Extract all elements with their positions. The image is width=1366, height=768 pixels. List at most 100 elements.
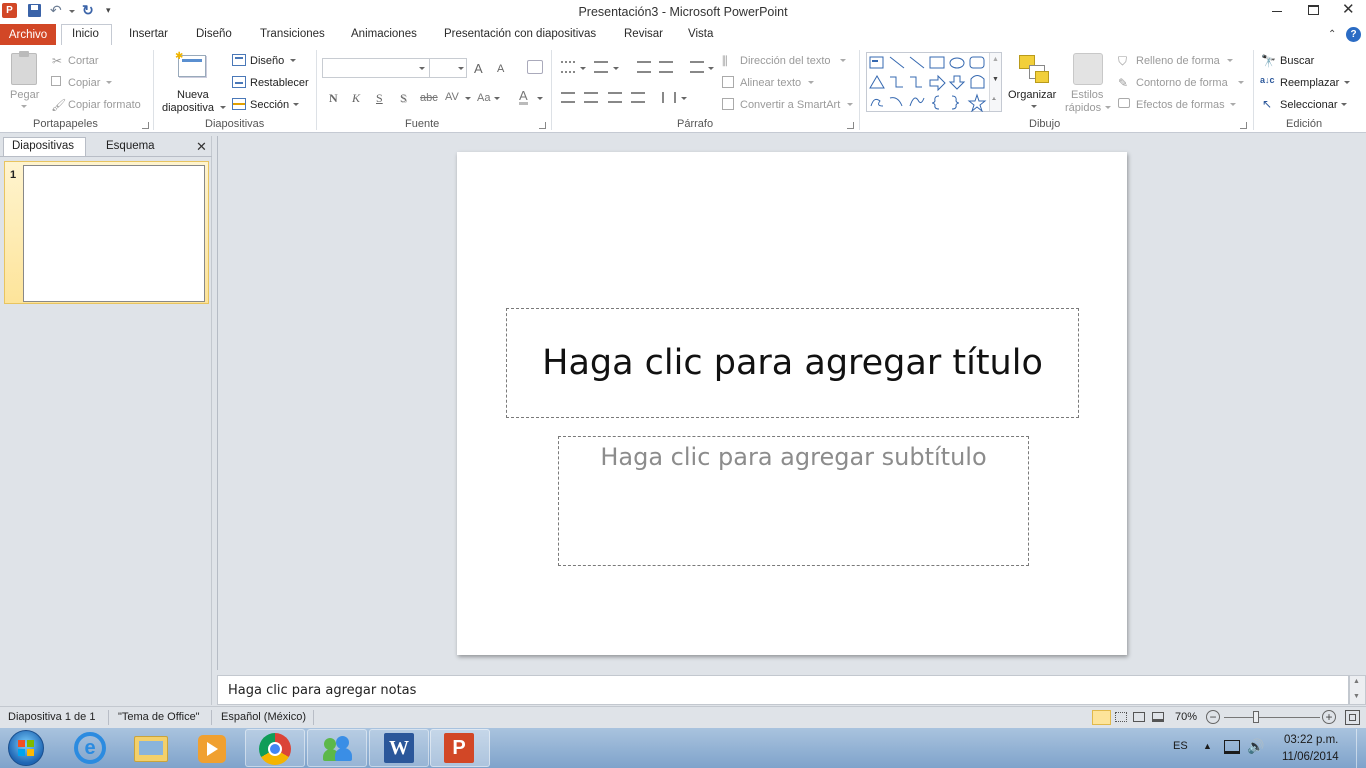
increase-indent-icon[interactable]	[659, 61, 673, 73]
title-placeholder[interactable]: Haga clic para agregar título	[506, 308, 1079, 418]
taskbar-time[interactable]: 03:22 p.m.	[1284, 734, 1338, 746]
tab-archivo[interactable]: Archivo	[0, 24, 56, 46]
line-spacing-icon[interactable]	[690, 61, 704, 73]
arrange-dropdown-icon[interactable]	[1031, 105, 1037, 108]
text-direction-dropdown-icon[interactable]	[840, 59, 846, 62]
format-painter-button[interactable]: Copiar formato	[68, 99, 141, 111]
shape-outline-dropdown-icon[interactable]	[1238, 81, 1244, 84]
start-orb-icon[interactable]	[8, 730, 44, 766]
select-dropdown-icon[interactable]	[1341, 103, 1347, 106]
change-case-dropdown-icon[interactable]	[494, 97, 500, 100]
font-color-dropdown-icon[interactable]	[537, 97, 543, 100]
shape-fill-button[interactable]: Relleno de forma	[1136, 55, 1220, 67]
grow-font-button[interactable]: A	[474, 61, 483, 76]
gallery-up-icon[interactable]: ▲	[992, 56, 999, 63]
reading-view-icon[interactable]	[1133, 712, 1145, 722]
close-panel-icon[interactable]: ✕	[196, 139, 207, 155]
strikethrough-button[interactable]: abc	[420, 92, 438, 104]
font-color-button[interactable]: A	[519, 89, 528, 105]
paste-icon[interactable]	[11, 51, 37, 85]
copy-button[interactable]: Copiar	[68, 77, 100, 89]
shrink-font-button[interactable]: A	[497, 63, 504, 75]
new-slide-label-1[interactable]: Nueva	[177, 89, 209, 101]
smartart-button[interactable]: Convertir a SmartArt	[740, 99, 840, 111]
slide-canvas[interactable]: Haga clic para agregar título Haga clic …	[457, 152, 1127, 655]
numbering-dropdown-icon[interactable]	[613, 67, 619, 70]
show-desktop-button[interactable]	[1356, 729, 1366, 768]
font-name-select[interactable]	[322, 58, 430, 78]
section-button[interactable]: Sección	[250, 99, 289, 111]
new-slide-icon[interactable]: ✱	[175, 51, 206, 77]
char-spacing-button[interactable]: AV	[445, 91, 459, 103]
tab-insertar[interactable]: Insertar	[129, 28, 168, 40]
bold-button[interactable]: N	[329, 91, 338, 106]
volume-icon[interactable]: 🔊	[1247, 738, 1264, 755]
tab-transiciones[interactable]: Transiciones	[260, 28, 325, 40]
find-button[interactable]: Buscar	[1280, 55, 1314, 67]
status-language[interactable]: Español (México)	[221, 711, 306, 723]
char-spacing-dropdown-icon[interactable]	[465, 97, 471, 100]
help-icon[interactable]: ?	[1346, 27, 1361, 42]
slide-thumbnail[interactable]	[23, 165, 205, 302]
font-name-dropdown-icon[interactable]	[419, 67, 425, 70]
gallery-down-icon[interactable]: ▼	[992, 76, 999, 83]
file-explorer-icon[interactable]	[134, 736, 168, 762]
notes-pane[interactable]: Haga clic para agregar notas	[217, 675, 1349, 705]
restore-icon[interactable]	[1308, 5, 1319, 15]
text-direction-button[interactable]: Dirección del texto	[740, 55, 831, 67]
zoom-slider-thumb[interactable]	[1253, 711, 1259, 723]
dialog-launcher-icon[interactable]	[539, 122, 546, 129]
tab-vista[interactable]: Vista	[688, 28, 713, 40]
tab-outline[interactable]: Esquema	[106, 140, 155, 152]
section-dropdown-icon[interactable]	[293, 103, 299, 106]
layout-dropdown-icon[interactable]	[290, 59, 296, 62]
change-case-button[interactable]: Aa	[477, 92, 490, 104]
justify-icon[interactable]	[631, 92, 645, 103]
dialog-launcher-icon[interactable]	[1240, 122, 1247, 129]
tab-revisar[interactable]: Revisar	[624, 28, 663, 40]
quick-styles-label-1[interactable]: Estilos	[1071, 89, 1103, 101]
align-text-dropdown-icon[interactable]	[808, 81, 814, 84]
copy-dropdown-icon[interactable]	[106, 81, 112, 84]
shape-fill-dropdown-icon[interactable]	[1227, 59, 1233, 62]
fit-to-window-icon[interactable]	[1345, 710, 1360, 725]
align-left-icon[interactable]	[561, 92, 575, 103]
minimize-ribbon-icon[interactable]: ⌃	[1328, 29, 1336, 40]
align-center-icon[interactable]	[584, 92, 598, 103]
reset-button[interactable]: Restablecer	[250, 77, 309, 89]
quick-styles-icon[interactable]	[1073, 53, 1103, 85]
paste-button[interactable]: Pegar	[10, 89, 39, 101]
scroll-down-icon[interactable]: ▼	[1353, 693, 1360, 700]
select-button[interactable]: Seleccionar	[1280, 99, 1337, 111]
shape-outline-button[interactable]: Contorno de forma	[1136, 77, 1228, 89]
new-slide-dropdown-icon[interactable]	[220, 106, 226, 109]
align-text-button[interactable]: Alinear texto	[740, 77, 801, 89]
clear-format-icon[interactable]	[527, 60, 543, 74]
numbering-icon[interactable]	[594, 61, 608, 73]
columns-icon[interactable]	[662, 92, 676, 103]
tab-inicio[interactable]: Inicio	[72, 28, 99, 40]
layout-button[interactable]: Diseño	[250, 55, 284, 67]
italic-button[interactable]: K	[352, 91, 360, 106]
tab-presentacion[interactable]: Presentación con diapositivas	[444, 28, 596, 40]
media-player-icon[interactable]	[198, 735, 226, 763]
status-theme[interactable]: "Tema de Office"	[118, 711, 200, 723]
dialog-launcher-icon[interactable]	[847, 122, 854, 129]
quick-styles-dropdown-icon[interactable]	[1105, 106, 1111, 109]
shadow-button[interactable]: S	[400, 91, 407, 106]
arrange-button[interactable]: Organizar	[1008, 89, 1056, 101]
dialog-launcher-icon[interactable]	[142, 122, 149, 129]
quick-styles-label-2[interactable]: rápidos	[1065, 102, 1101, 114]
columns-dropdown-icon[interactable]	[681, 97, 687, 100]
scroll-up-icon[interactable]: ▲	[1353, 678, 1360, 685]
bullets-icon[interactable]	[561, 61, 575, 73]
shapes-gallery[interactable]: ▲ ▼ ⩡	[866, 52, 1002, 112]
bullets-dropdown-icon[interactable]	[580, 67, 586, 70]
zoom-in-icon[interactable]: +	[1322, 710, 1336, 724]
gallery-more-icon[interactable]: ⩡	[992, 96, 996, 104]
replace-button[interactable]: Reemplazar	[1280, 77, 1339, 89]
replace-dropdown-icon[interactable]	[1344, 81, 1350, 84]
internet-explorer-icon[interactable]: e	[74, 732, 106, 764]
tab-animaciones[interactable]: Animaciones	[351, 28, 417, 40]
show-hidden-icons-icon[interactable]: ▲	[1203, 741, 1212, 751]
